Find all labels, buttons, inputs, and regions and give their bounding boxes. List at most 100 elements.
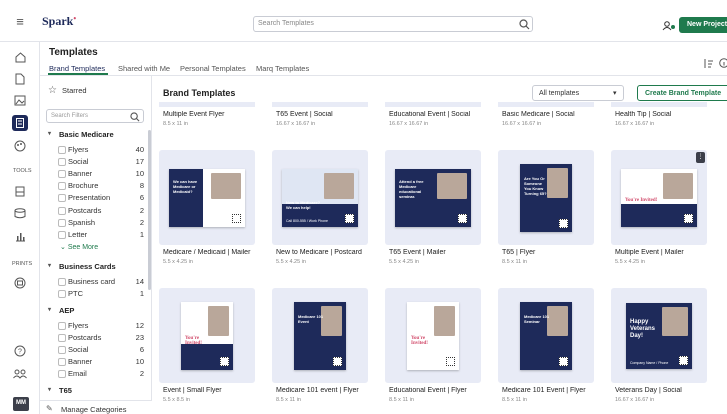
qr-code [559,356,568,366]
template-filter-dropdown[interactable]: All templates ▾ [532,85,624,101]
filter-checkbox[interactable] [58,146,66,154]
filter-group-title[interactable]: T65 [59,386,72,395]
filter-group-title[interactable]: AEP [59,306,74,315]
filter-checkbox[interactable] [58,290,66,299]
avatar[interactable]: MM [13,397,29,411]
chevron-down-icon[interactable]: ▾ [48,306,51,313]
print-icon[interactable] [14,277,26,289]
document-icon[interactable] [15,73,25,85]
templates-nav[interactable] [12,115,28,131]
template-card[interactable]: You're Invited! ⋮ [611,150,707,245]
template-card[interactable]: You're Invited! [159,288,255,383]
page-title: Templates [49,47,98,58]
template-card-top[interactable] [272,102,368,107]
filter-checkbox[interactable] [58,218,66,227]
template-title[interactable]: T65 Event | Mailer [389,249,489,256]
filter-checkbox[interactable] [58,322,66,330]
template-card-top[interactable] [159,102,255,107]
filter-checkbox[interactable] [58,370,66,379]
template-card[interactable]: You're Invited! [385,288,481,383]
team-icon[interactable] [13,368,27,379]
see-more-link[interactable]: ⌄ See More [60,243,98,251]
template-size: 16.67 x 16.67 in [615,397,655,403]
filter-group-title[interactable]: Basic Medicare [59,130,114,139]
manage-icon: ✎ [46,404,53,413]
database-icon[interactable] [14,208,26,219]
thumbnail-headline: You're Invited! [625,197,658,203]
template-card[interactable]: Are You Or Someone You Know Turning 65? [498,150,594,245]
app-logo[interactable]: Spark• [42,14,76,29]
filter-checkbox[interactable] [58,158,66,167]
template-card[interactable]: Happy Veterans Day! Company Name / Phone [611,288,707,383]
users-icon[interactable] [662,20,676,31]
menu-icon[interactable]: ≡ [12,14,28,29]
home-icon[interactable] [15,52,26,63]
template-card[interactable]: Medicare 101 Event [272,288,368,383]
template-title[interactable]: Medicare / Medicaid | Mailer [163,249,263,256]
template-title[interactable]: T65 Event | Social [276,111,376,118]
thumbnail-headline: Medicare 101 Seminar [524,313,550,324]
filter-checkbox[interactable] [58,358,66,367]
template-title[interactable]: Educational Event | Social [389,111,489,118]
info-icon[interactable] [719,58,727,68]
search-input[interactable]: Search Templates [258,20,314,27]
chevron-down-icon[interactable]: ▾ [48,130,51,137]
template-title[interactable]: Multiple Event | Mailer [615,249,715,256]
filter-search-icon[interactable] [130,112,140,122]
template-title[interactable]: Veterans Day | Social [615,387,715,394]
filter-search-input[interactable]: Search Filters [51,113,88,119]
search-bar[interactable]: Search Templates [253,16,533,32]
more-options-icon[interactable]: ⋮ [696,152,705,163]
create-brand-template-button[interactable]: Create Brand Template [637,85,727,101]
template-title[interactable]: Basic Medicare | Social [502,111,602,118]
template-card[interactable]: We can have Medicare or Medicaid? [159,150,255,245]
star-icon[interactable]: ☆ [48,85,57,96]
tab-shared-with-me[interactable]: Shared with Me [118,64,170,73]
template-title[interactable]: Event | Small Flyer [163,387,263,394]
inbox-icon[interactable] [15,186,25,197]
template-title[interactable]: Medicare 101 Event | Flyer [502,387,602,394]
filter-checkbox[interactable] [58,206,66,215]
sort-icon[interactable] [703,59,713,68]
template-size: 16.67 x 16.67 in [389,121,429,127]
search-icon[interactable] [519,19,530,30]
filter-checkbox[interactable] [58,170,66,179]
filter-checkbox[interactable] [58,278,66,286]
template-title[interactable]: Health Tip | Social [615,111,715,118]
filter-scrollbar[interactable] [148,130,151,290]
template-card-top[interactable] [498,102,594,107]
template-card[interactable]: Medicare 101 Seminar [498,288,594,383]
template-card-top[interactable] [385,102,481,107]
filter-checkbox[interactable] [58,194,66,203]
chevron-down-icon[interactable]: ▾ [48,386,51,393]
filter-group-title[interactable]: Business Cards [59,262,116,271]
template-card-top[interactable] [611,102,707,107]
template-title[interactable]: New to Medicare | Postcard [276,249,376,256]
template-title[interactable]: Multiple Event Flyer [163,111,263,118]
filter-checkbox[interactable] [58,346,66,355]
template-thumbnail: You're Invited! [621,168,697,227]
tab-marq-templates[interactable]: Marq Templates [256,64,309,73]
new-project-button[interactable]: New Project [679,17,727,33]
chart-icon[interactable] [15,231,26,242]
template-title[interactable]: T65 | Flyer [502,249,602,256]
starred-filter[interactable]: Starred [62,86,87,95]
help-icon[interactable]: ? [14,345,26,357]
filter-search[interactable]: Search Filters [46,109,144,123]
palette-icon[interactable] [14,140,26,152]
chevron-down-icon[interactable]: ▾ [48,262,51,269]
template-title[interactable]: Educational Event | Flyer [389,387,489,394]
template-card[interactable]: Attend a free Medicare educational semin… [385,150,481,245]
filter-item-label: Social [68,157,89,167]
filter-checkbox[interactable] [58,334,66,343]
thumbnail-headline: Medicare 101 Event [298,313,324,324]
template-card[interactable]: New to Medicare? We can help! Call 800-55… [272,150,368,245]
tab-brand-templates[interactable]: Brand Templates [49,64,105,73]
filter-checkbox[interactable] [58,230,66,239]
filter-checkbox[interactable] [58,182,66,191]
template-title[interactable]: Medicare 101 event | Flyer [276,387,376,394]
image-icon[interactable] [14,95,26,106]
filter-item-count: 8 [139,181,144,191]
tab-personal-templates[interactable]: Personal Templates [180,64,246,73]
manage-categories-link[interactable]: Manage Categories [61,405,126,414]
